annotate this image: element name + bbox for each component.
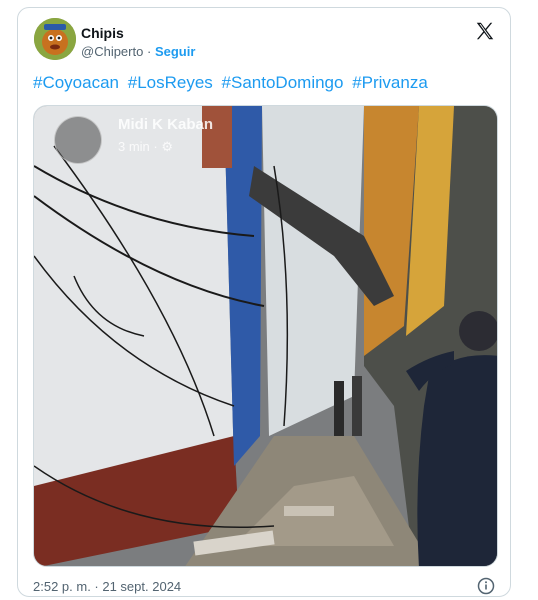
tweet-timestamp[interactable]: 2:52 p. m. · 21 sept. 2024 xyxy=(33,579,181,594)
tweet-media-video[interactable]: Midi K Kaban 3 min · ⚙ xyxy=(33,105,498,567)
video-overlay-time: 3 min · ⚙ xyxy=(118,139,173,155)
tweet-text: #Coyoacan #LosReyes #SantoDomingo #Priva… xyxy=(33,73,432,93)
video-overlay-time-text: 3 min · xyxy=(118,139,158,154)
video-overlay-avatar xyxy=(54,116,102,164)
info-icon[interactable] xyxy=(477,577,495,595)
hashtag-privanza[interactable]: #Privanza xyxy=(352,73,428,92)
hashtag-coyoacan[interactable]: #Coyoacan xyxy=(33,73,119,92)
hashtag-santodomingo[interactable]: #SantoDomingo xyxy=(222,73,344,92)
x-logo-icon[interactable] xyxy=(474,20,496,42)
separator-dot: · xyxy=(146,44,152,59)
hashtag-losreyes[interactable]: #LosReyes xyxy=(128,73,213,92)
author-avatar[interactable] xyxy=(34,18,76,60)
follow-button[interactable]: Seguir xyxy=(155,44,195,59)
tweet-card: Chipis @Chiperto · Seguir #Coyoacan #Los… xyxy=(17,7,511,597)
video-overlay-name: Midi K Kaban xyxy=(118,116,214,133)
gear-icon: ⚙ xyxy=(161,139,174,154)
author-name[interactable]: Chipis xyxy=(81,25,124,41)
author-handle[interactable]: @Chiperto xyxy=(81,44,143,59)
author-handle-row: @Chiperto · Seguir xyxy=(81,44,195,59)
